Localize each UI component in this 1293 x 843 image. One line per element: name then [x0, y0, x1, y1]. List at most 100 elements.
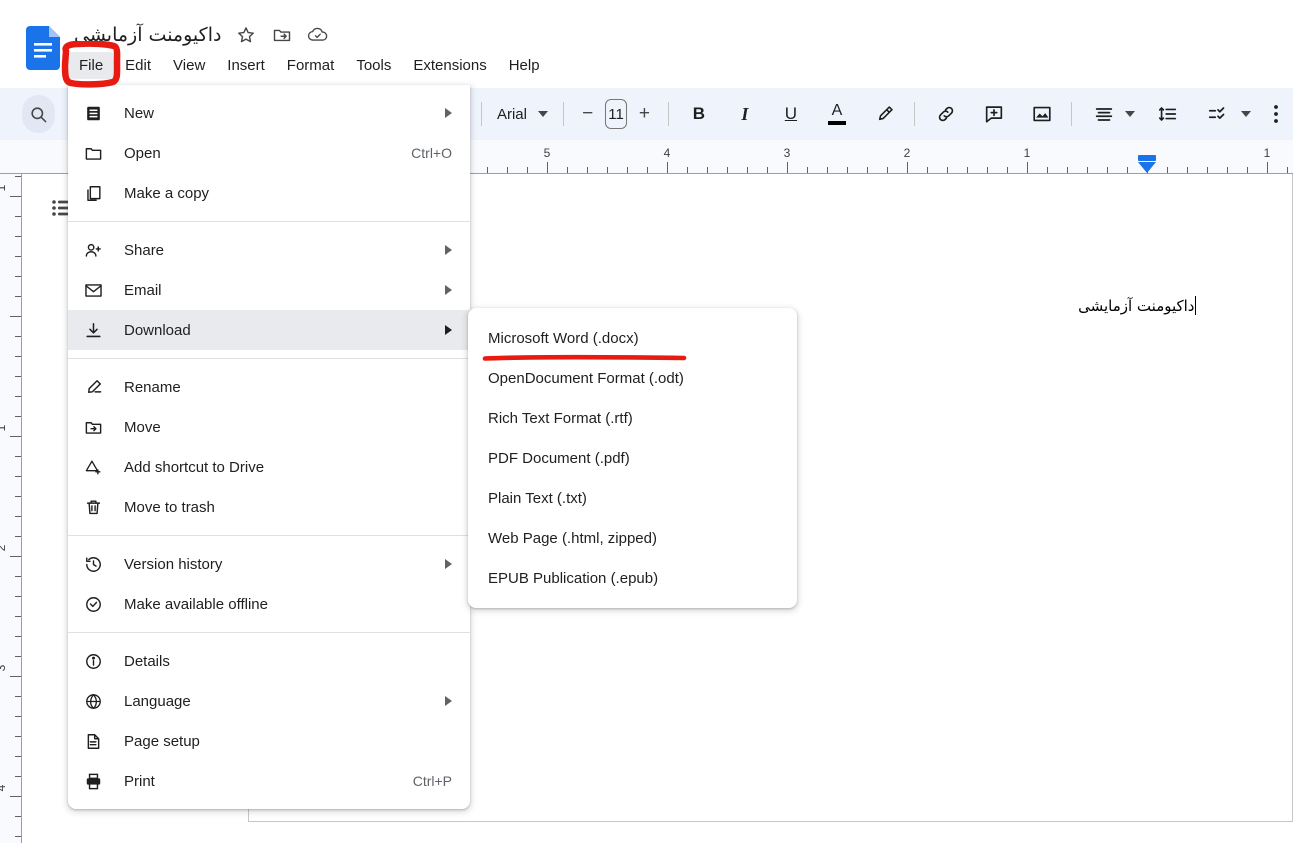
- ruler-tick-minor: [627, 167, 628, 173]
- file-menu-shortcut: Ctrl+O: [411, 145, 452, 161]
- ruler-tick-minor: [1067, 167, 1068, 173]
- bold-button[interactable]: B: [682, 97, 716, 131]
- italic-button[interactable]: I: [728, 97, 762, 131]
- checklist-icon[interactable]: [1201, 97, 1235, 131]
- file-menu-item-open[interactable]: Open Ctrl+O: [68, 133, 470, 173]
- vertical-ruler[interactable]: 1 1 2 3 4: [0, 174, 22, 843]
- chevron-down-icon[interactable]: [1241, 111, 1252, 117]
- file-menu-item-print[interactable]: Print Ctrl+P: [68, 761, 470, 801]
- ruler-tick-minor: [15, 576, 21, 577]
- document-title[interactable]: داکیومنت آزمایشی: [74, 24, 221, 46]
- download-option-pdf[interactable]: PDF Document (.pdf): [468, 438, 797, 478]
- ruler-tick-minor: [15, 736, 21, 737]
- file-menu-item-email[interactable]: Email: [68, 270, 470, 310]
- font-family-select[interactable]: Arial: [489, 98, 556, 130]
- add-comment-icon[interactable]: [977, 97, 1011, 131]
- increase-font-size-button[interactable]: +: [627, 97, 661, 131]
- menu-divider: [68, 535, 470, 536]
- file-menu-dropdown[interactable]: New Open Ctrl+O Make a copy Share Email …: [68, 85, 470, 809]
- ruler-tick-minor: [687, 167, 688, 173]
- menu-view[interactable]: View: [162, 52, 216, 79]
- ruler-tick-minor: [15, 296, 21, 297]
- ruler-tick-minor: [15, 256, 21, 257]
- menu-bar: File Edit View Insert Format Tools Exten…: [68, 52, 551, 79]
- file-menu-item-language[interactable]: Language: [68, 681, 470, 721]
- menu-edit[interactable]: Edit: [114, 52, 162, 79]
- ruler-tick-minor: [15, 276, 21, 277]
- menu-help[interactable]: Help: [498, 52, 551, 79]
- file-menu-item-page-setup[interactable]: Page setup: [68, 721, 470, 761]
- printer-icon: [84, 772, 110, 791]
- file-menu-label: Page setup: [124, 732, 200, 750]
- file-menu-label: Print: [124, 772, 155, 790]
- ruler-tick-major: [787, 162, 788, 173]
- offline-check-icon: [84, 595, 110, 614]
- file-menu-item-download[interactable]: Download: [68, 310, 470, 350]
- toolbar-divider: [481, 102, 482, 126]
- file-menu-item-details[interactable]: Details: [68, 641, 470, 681]
- ruler-label: 1: [0, 424, 8, 432]
- file-menu-item-rename[interactable]: Rename: [68, 367, 470, 407]
- download-option-docx[interactable]: Microsoft Word (.docx): [468, 318, 797, 358]
- more-options-icon[interactable]: [1259, 97, 1293, 131]
- line-spacing-icon[interactable]: [1151, 97, 1185, 131]
- ruler-tick-minor: [15, 656, 21, 657]
- underline-button[interactable]: U: [774, 97, 808, 131]
- menu-divider: [68, 358, 470, 359]
- insert-image-icon[interactable]: [1025, 97, 1059, 131]
- ruler-tick-minor: [15, 356, 21, 357]
- download-option-html[interactable]: Web Page (.html, zipped): [468, 518, 797, 558]
- toolbar-divider: [1071, 102, 1073, 126]
- document-body-text[interactable]: داکیومنت آزمایشی: [1078, 296, 1196, 315]
- insert-link-icon[interactable]: [929, 97, 963, 131]
- file-menu-item-make-a-copy[interactable]: Make a copy: [68, 173, 470, 213]
- text-color-button[interactable]: A: [820, 97, 854, 131]
- ruler-tick-minor: [747, 167, 748, 173]
- search-icon[interactable]: [22, 95, 55, 133]
- download-option-rtf[interactable]: Rich Text Format (.rtf): [468, 398, 797, 438]
- indent-marker[interactable]: [1138, 162, 1156, 173]
- menu-file[interactable]: File: [68, 52, 115, 79]
- star-icon[interactable]: [235, 24, 257, 46]
- file-menu-shortcut: Ctrl+P: [412, 773, 452, 789]
- file-menu-item-move[interactable]: Move: [68, 407, 470, 447]
- top-bar: داکیومنت آزمایشی File Edit View Insert F…: [0, 0, 1293, 88]
- ruler-tick-minor: [527, 167, 528, 173]
- ruler-tick-minor: [1007, 167, 1008, 173]
- folder-open-icon: [84, 144, 110, 163]
- menu-extensions[interactable]: Extensions: [402, 52, 497, 79]
- ruler-tick-minor: [1107, 167, 1108, 173]
- indent-marker-bar[interactable]: [1138, 155, 1156, 161]
- file-menu-label: New: [124, 104, 155, 122]
- download-submenu[interactable]: Microsoft Word (.docx) OpenDocument Form…: [468, 308, 797, 608]
- download-option-epub[interactable]: EPUB Publication (.epub): [468, 558, 797, 598]
- cloud-saved-icon[interactable]: [307, 24, 329, 46]
- submenu-arrow-icon: [445, 285, 452, 295]
- file-menu-item-version-history[interactable]: Version history: [68, 544, 470, 584]
- download-icon: [84, 321, 110, 340]
- file-menu-item-make-available-offline[interactable]: Make available offline: [68, 584, 470, 624]
- menu-tools[interactable]: Tools: [345, 52, 402, 79]
- decrease-font-size-button[interactable]: −: [571, 97, 605, 131]
- file-menu-item-move-to-trash[interactable]: Move to trash: [68, 487, 470, 527]
- align-icon[interactable]: [1087, 97, 1121, 131]
- ruler-tick-minor: [15, 236, 21, 237]
- menu-divider: [68, 221, 470, 222]
- download-option-txt[interactable]: Plain Text (.txt): [468, 478, 797, 518]
- ruler-tick-minor: [15, 636, 21, 637]
- menu-insert[interactable]: Insert: [216, 52, 276, 79]
- ruler-tick-minor: [1207, 167, 1208, 173]
- ruler-tick-minor: [1127, 167, 1128, 173]
- highlight-pen-icon[interactable]: [868, 97, 902, 131]
- ruler-label: 1: [1023, 146, 1031, 160]
- move-to-folder-icon[interactable]: [271, 24, 293, 46]
- chevron-down-icon[interactable]: [1125, 111, 1136, 117]
- menu-format[interactable]: Format: [276, 52, 346, 79]
- google-docs-logo[interactable]: [26, 26, 60, 70]
- ruler-tick-minor: [15, 396, 21, 397]
- font-size-input[interactable]: 11: [604, 99, 628, 129]
- download-option-odt[interactable]: OpenDocument Format (.odt): [468, 358, 797, 398]
- file-menu-item-share[interactable]: Share: [68, 230, 470, 270]
- file-menu-item-new[interactable]: New: [68, 93, 470, 133]
- file-menu-item-add-shortcut-to-drive[interactable]: Add shortcut to Drive: [68, 447, 470, 487]
